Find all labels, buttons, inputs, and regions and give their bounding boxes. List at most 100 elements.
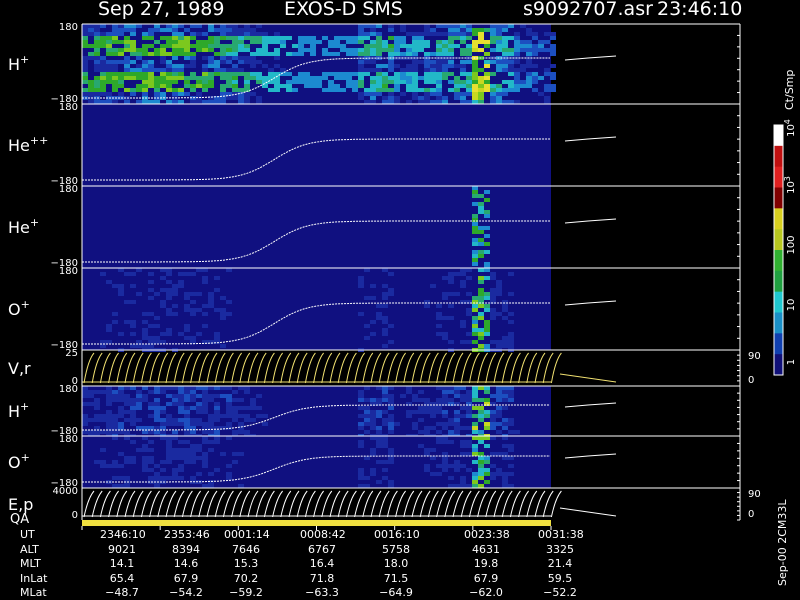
colorbar-step bbox=[774, 145, 783, 168]
colorbar-step bbox=[774, 125, 783, 147]
line-trace bbox=[452, 352, 464, 384]
line-trace bbox=[222, 490, 234, 518]
line-trace bbox=[116, 352, 128, 384]
line-trace bbox=[509, 490, 521, 518]
line-trace bbox=[263, 490, 275, 518]
line-trace bbox=[436, 490, 447, 518]
tick-label: 4000 bbox=[53, 486, 78, 497]
line-trace bbox=[542, 352, 554, 384]
orbit-row-name: MLat bbox=[20, 586, 47, 599]
line-trace bbox=[518, 352, 529, 384]
orbit-row: UT 2346:10 2353:46 0001:14 0008:42 0016:10 002… bbox=[0, 528, 760, 542]
line-trace bbox=[337, 352, 349, 384]
colorbar-step bbox=[774, 187, 783, 209]
orbit-value: −54.2 bbox=[169, 586, 203, 599]
orbit-value: 18.0 bbox=[383, 557, 409, 570]
tick-label: 0 bbox=[72, 510, 78, 521]
line-trace bbox=[214, 490, 226, 518]
line-trace bbox=[280, 352, 292, 384]
panel-o-plus: O+180−180 bbox=[8, 266, 741, 352]
colorbar-step bbox=[774, 312, 783, 334]
tick-label: 180 bbox=[59, 102, 78, 113]
orbit-value: 59.5 bbox=[547, 571, 573, 585]
line-trace bbox=[518, 490, 529, 518]
line-trace bbox=[534, 490, 546, 518]
line-trace bbox=[378, 352, 390, 384]
line-trace bbox=[157, 352, 169, 384]
panel-label: V,r bbox=[8, 359, 31, 378]
line-trace bbox=[280, 490, 292, 518]
line-trace bbox=[526, 490, 538, 518]
orbit-value: 15.3 bbox=[233, 557, 259, 570]
orbit-value: 6767 bbox=[308, 542, 336, 556]
line-trace bbox=[329, 490, 341, 518]
line-trace bbox=[321, 490, 333, 518]
orbit-value: 16.4 bbox=[309, 557, 335, 570]
line-trace bbox=[255, 490, 267, 518]
panel-h-plus-2: H+180−180 bbox=[8, 384, 741, 438]
line-trace bbox=[198, 490, 210, 518]
line-trace bbox=[272, 352, 283, 384]
panel-bg bbox=[82, 104, 551, 186]
line-trace bbox=[419, 352, 431, 384]
colorbar-label: 103 bbox=[783, 176, 797, 194]
orbit-value: 0008:42 bbox=[300, 528, 346, 541]
line-trace bbox=[370, 490, 382, 518]
orbit-value: −64.9 bbox=[379, 586, 413, 599]
line-trace bbox=[337, 490, 349, 518]
orbit-value: 70.2 bbox=[233, 571, 259, 585]
line-trace bbox=[509, 352, 521, 384]
line-trace bbox=[345, 490, 357, 518]
line-trace bbox=[91, 352, 103, 384]
line-trace bbox=[165, 352, 177, 384]
line-trace bbox=[124, 352, 136, 384]
line-trace bbox=[395, 352, 406, 384]
line-trace bbox=[198, 352, 210, 384]
line-trace bbox=[436, 352, 447, 384]
orbit-value: −52.2 bbox=[543, 586, 577, 599]
colorbar-title: Ct/Smp bbox=[783, 69, 796, 110]
orbit-value: 0016:10 bbox=[374, 528, 420, 541]
orbit-value: −59.2 bbox=[229, 586, 263, 599]
extrapolated-trace bbox=[564, 136, 617, 142]
line-trace bbox=[395, 490, 406, 518]
line-trace bbox=[526, 352, 538, 384]
line-trace bbox=[468, 352, 480, 384]
orbit-value: 4631 bbox=[472, 542, 500, 556]
line-trace bbox=[108, 490, 119, 518]
panel-he-pp: He++180−180 bbox=[8, 102, 741, 187]
side-label: Sep-00 2CM33L bbox=[776, 499, 789, 587]
line-trace bbox=[108, 352, 119, 384]
orbit-value: 71.5 bbox=[383, 571, 409, 585]
line-trace bbox=[403, 352, 415, 384]
line-trace bbox=[140, 352, 152, 384]
line-trace bbox=[173, 352, 185, 384]
line-trace bbox=[460, 490, 472, 518]
right-tick-label: 0 bbox=[748, 375, 754, 386]
line-trace bbox=[255, 352, 267, 384]
line-trace bbox=[542, 490, 554, 518]
orbit-value: 0001:14 bbox=[224, 528, 270, 541]
line-trace bbox=[140, 490, 152, 518]
line-trace bbox=[116, 490, 128, 518]
line-trace bbox=[345, 352, 357, 384]
orbit-value: −62.0 bbox=[469, 586, 503, 599]
panel-he-plus: He+180−180 bbox=[8, 184, 741, 270]
colorbar-step bbox=[774, 270, 783, 293]
panel-label: He++ bbox=[8, 134, 48, 155]
tick-label: 180 bbox=[59, 22, 78, 33]
line-trace bbox=[181, 490, 193, 518]
colorbar-label: 10 bbox=[786, 299, 797, 312]
panel-label: H+ bbox=[8, 400, 29, 421]
orbit-value: 21.4 bbox=[547, 557, 573, 570]
line-trace bbox=[452, 490, 464, 518]
orbit-row: MLT 14.1 14.6 15.3 16.4 18.0 19.8 21.4 bbox=[0, 557, 760, 571]
orbit-table: UT 2346:10 2353:46 0001:14 0008:42 0016:10 002… bbox=[0, 528, 760, 600]
orbit-row: MLat −48.7 −54.2 −59.2 −63.3 −64.9 −62.0 −52.2 bbox=[0, 586, 760, 600]
panel-ep: E,p40000900 bbox=[8, 486, 761, 521]
orbit-value: 3325 bbox=[546, 542, 574, 556]
line-trace bbox=[247, 490, 259, 518]
line-trace bbox=[231, 490, 242, 518]
line-trace bbox=[534, 352, 546, 384]
line-trace bbox=[149, 490, 160, 518]
